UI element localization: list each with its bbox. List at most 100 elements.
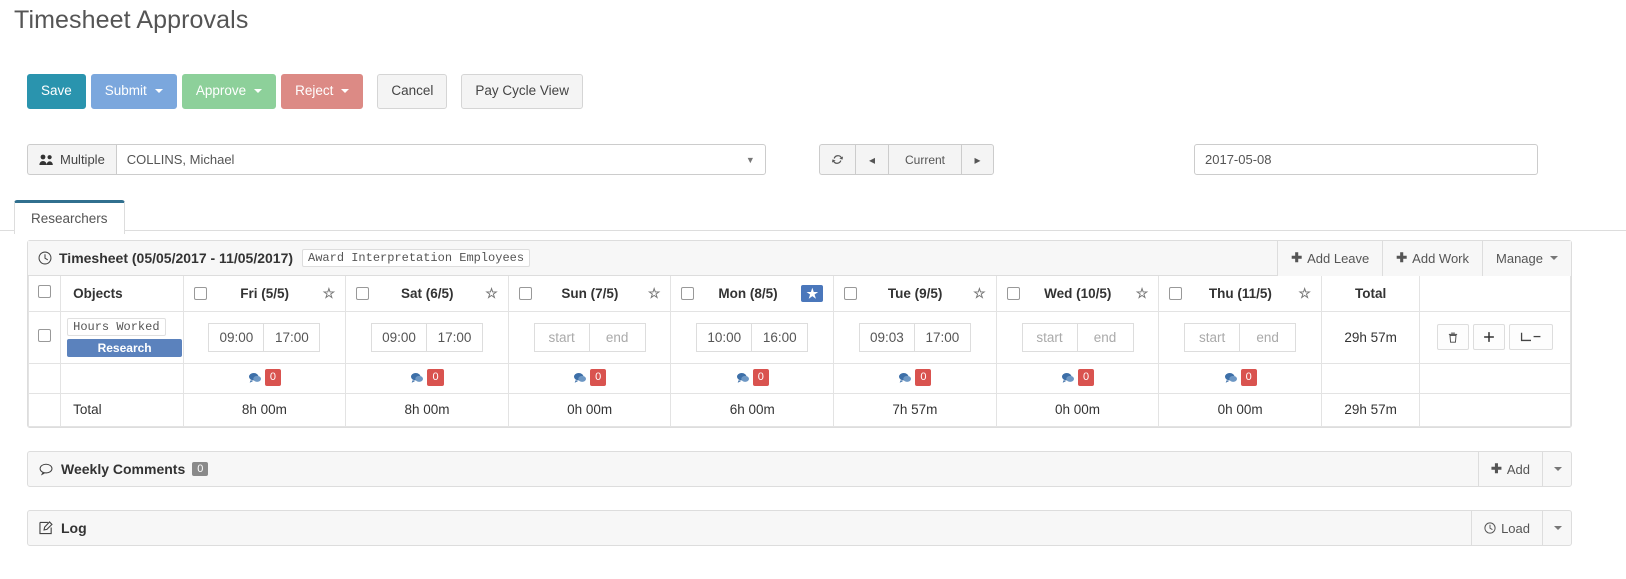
start-time-sat[interactable]: 09:00 <box>371 322 428 352</box>
comment-icon <box>574 372 587 383</box>
start-time-mon[interactable]: 10:00 <box>696 322 753 352</box>
refresh-button[interactable] <box>819 144 855 175</box>
log-collapse-button[interactable] <box>1542 510 1571 546</box>
comment-button-thu[interactable]: 0 <box>1224 369 1257 386</box>
comments-row-spacer-total <box>1320 363 1421 394</box>
end-time-mon[interactable]: 16:00 <box>752 322 809 352</box>
select-all-checkbox[interactable] <box>38 285 52 299</box>
day-checkbox-fri[interactable] <box>193 286 207 300</box>
comment-button-sun[interactable]: 0 <box>573 369 607 386</box>
plus-icon: ✚ <box>1490 461 1502 476</box>
chevron-down-icon <box>154 88 163 93</box>
comment-cell-sat: 0 <box>345 363 509 394</box>
split-row-button[interactable] <box>1509 324 1554 350</box>
cancel-button[interactable]: Cancel <box>377 74 448 109</box>
manage-dropdown-button[interactable]: Manage <box>1482 240 1571 276</box>
weekly-comments-collapse-button[interactable] <box>1542 451 1571 487</box>
day-total-wed: 0h 00m <box>995 393 1160 427</box>
trash-icon <box>1449 332 1458 343</box>
totals-row: Total 8h 00m 8h 00m 0h 00m 6h 00m 7h 57m… <box>27 393 1571 427</box>
comment-cell-sun: 0 <box>507 363 672 394</box>
day-checkbox-tue[interactable] <box>844 286 858 300</box>
comment-cell-tue: 0 <box>833 363 997 394</box>
employee-selector-group: Multiple COLLINS, Michael ▼ <box>27 144 766 175</box>
star-icon-tue[interactable]: ☆ <box>973 286 986 300</box>
star-icon-fri[interactable]: ☆ <box>323 286 336 300</box>
employee-select-value: COLLINS, Michael <box>126 152 235 167</box>
star-icon-sun[interactable]: ☆ <box>648 286 661 300</box>
add-work-button[interactable]: ✚ Add Work <box>1382 240 1483 276</box>
star-icon-mon-active[interactable]: ★ <box>801 284 824 302</box>
day-header-tue: Tue (9/5) ☆ <box>833 276 997 312</box>
day-total-sun: 0h 00m <box>507 393 672 427</box>
comment-count-mon: 0 <box>752 369 769 386</box>
plus-icon <box>1484 332 1495 342</box>
current-period-button[interactable]: Current <box>888 144 962 175</box>
load-log-button[interactable]: Load <box>1471 510 1542 546</box>
plus-icon: ✚ <box>1291 250 1303 265</box>
approve-button[interactable]: Approve <box>181 74 277 109</box>
day-header-mon: Mon (8/5) ★ <box>670 276 835 312</box>
start-time-sun[interactable]: start <box>533 322 590 352</box>
comment-button-mon[interactable]: 0 <box>736 369 769 386</box>
log-title: Log <box>61 520 87 536</box>
save-button[interactable]: Save <box>27 74 86 109</box>
multiple-employees-button[interactable]: Multiple <box>27 144 116 175</box>
date-input[interactable]: 2017-05-08 <box>1194 144 1538 175</box>
day-checkbox-wed[interactable] <box>1006 286 1020 300</box>
period-navigation: ◂ Current ▸ <box>819 144 995 175</box>
chevron-down-icon <box>1554 526 1562 530</box>
comment-button-wed[interactable]: 0 <box>1061 369 1095 386</box>
delete-row-button[interactable] <box>1437 324 1470 350</box>
comment-cell-wed: 0 <box>995 363 1160 394</box>
actions-header <box>1419 276 1571 312</box>
comment-button-sat[interactable]: 0 <box>410 369 444 386</box>
star-icon-sat[interactable]: ☆ <box>485 286 498 300</box>
next-period-button[interactable]: ▸ <box>961 144 995 175</box>
end-time-fri[interactable]: 17:00 <box>264 322 321 352</box>
action-toolbar: Save Submit Approve Reject Cancel Pay Cy… <box>27 74 583 109</box>
end-time-sun[interactable]: end <box>589 322 646 352</box>
comments-row-spacer-check <box>27 363 62 394</box>
previous-period-button[interactable]: ◂ <box>855 144 888 175</box>
log-panel: Log Load <box>27 510 1572 546</box>
employee-select[interactable]: COLLINS, Michael ▼ <box>115 144 766 175</box>
start-time-fri[interactable]: 09:00 <box>208 322 265 352</box>
pay-cycle-view-button[interactable]: Pay Cycle View <box>461 74 583 109</box>
day-header-thu: Thu (11/5) ☆ <box>1158 276 1322 312</box>
reject-button[interactable]: Reject <box>281 74 364 109</box>
day-checkbox-sun[interactable] <box>518 286 532 300</box>
row-checkbox[interactable] <box>38 329 52 342</box>
star-icon-thu[interactable]: ☆ <box>1298 286 1311 300</box>
start-time-thu[interactable]: start <box>1184 322 1241 352</box>
objects-header: Objects <box>60 276 184 312</box>
totals-row-spacer-check <box>27 393 62 427</box>
clock-icon <box>38 251 52 265</box>
start-time-tue[interactable]: 09:03 <box>858 322 915 352</box>
day-checkbox-thu[interactable] <box>1169 286 1183 300</box>
day-checkbox-mon[interactable] <box>681 286 695 300</box>
star-icon-wed[interactable]: ☆ <box>1136 286 1149 300</box>
cancel-button-label: Cancel <box>391 83 434 98</box>
end-time-wed[interactable]: end <box>1077 322 1134 352</box>
comment-button-tue[interactable]: 0 <box>898 369 932 386</box>
comment-icon <box>248 372 261 383</box>
save-button-label: Save <box>41 83 72 98</box>
comment-count-sat: 0 <box>427 369 444 386</box>
submit-button[interactable]: Submit <box>90 74 177 109</box>
day-checkbox-sat[interactable] <box>356 286 370 300</box>
entry-cell-tue: 09:03 17:00 <box>833 311 997 364</box>
select-all-header <box>27 276 62 312</box>
add-leave-button[interactable]: ✚ Add Leave <box>1277 240 1383 276</box>
table-header-row: Objects Fri (5/5) ☆ Sat (6/5) ☆ Sun (7/5… <box>27 276 1571 312</box>
start-time-wed[interactable]: start <box>1021 322 1078 352</box>
end-time-tue[interactable]: 17:00 <box>914 322 971 352</box>
comment-button-fri[interactable]: 0 <box>248 369 281 386</box>
comment-icon <box>411 372 424 383</box>
end-time-thu[interactable]: end <box>1240 322 1297 352</box>
timesheet-heading: Timesheet (05/05/2017 - 11/05/2017) <box>59 250 294 266</box>
end-time-sat[interactable]: 17:00 <box>427 322 484 352</box>
add-weekly-comment-button[interactable]: ✚ Add <box>1477 451 1542 487</box>
tab-researchers[interactable]: Researchers <box>14 200 125 234</box>
add-row-button[interactable] <box>1473 324 1506 350</box>
